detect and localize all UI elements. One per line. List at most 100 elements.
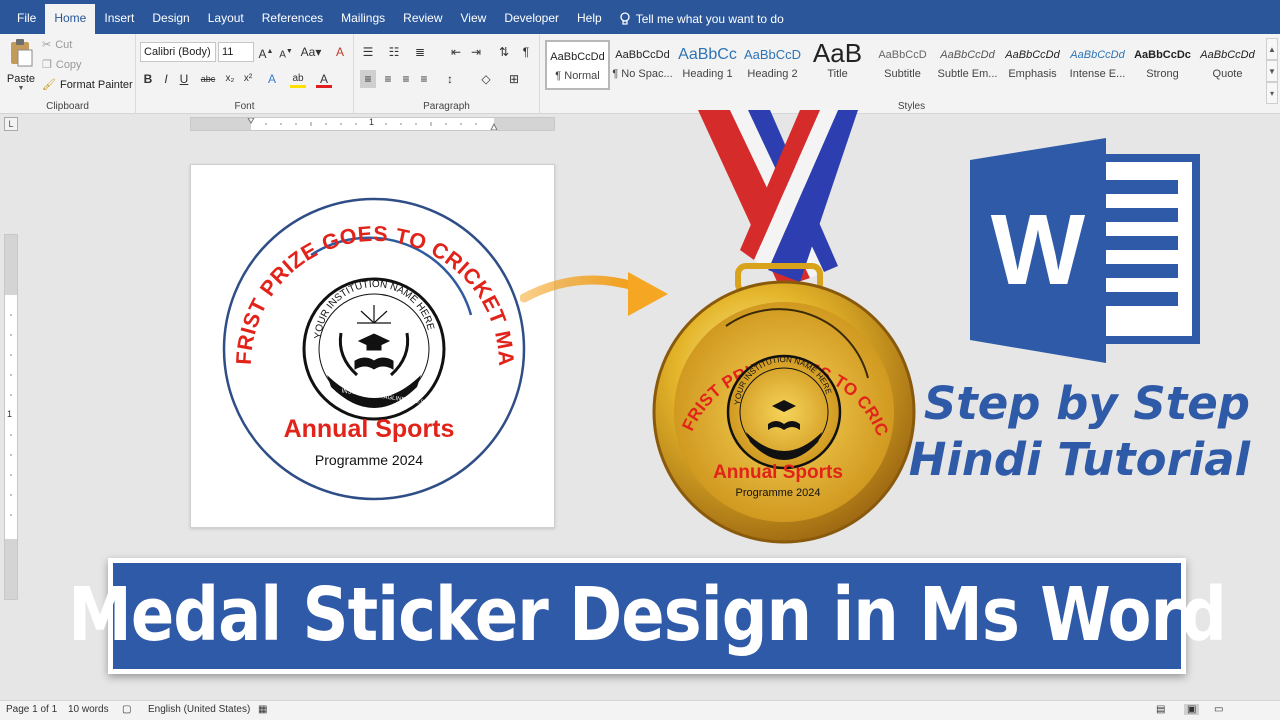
change-case-icon[interactable]: Aa▾ — [300, 43, 322, 61]
tutorial-line-2: Hindi Tutorial — [908, 433, 1250, 486]
justify-icon[interactable]: ≡ — [416, 70, 432, 88]
style-name: Subtle Em... — [937, 68, 998, 80]
style-heading-1[interactable]: AaBbCc Heading 1 — [675, 40, 740, 90]
chevron-down-icon: ▼ — [17, 85, 25, 92]
font-name-box[interactable]: Calibri (Body) — [140, 42, 216, 62]
style-intense-emphasis[interactable]: AaBbCcDd Intense E... — [1065, 40, 1130, 90]
copy-icon: ❐ — [42, 59, 52, 71]
scroll-up-icon[interactable]: ▲ — [1266, 38, 1278, 60]
medal-programme-text: Programme 2024 — [736, 487, 821, 499]
tab-layout[interactable]: Layout — [199, 4, 253, 34]
cut-button[interactable]: ✂ Cut — [42, 38, 73, 52]
word-logo-letter: W — [991, 194, 1086, 306]
sort-icon[interactable]: ⇅ — [496, 43, 512, 61]
tab-selector[interactable]: L — [4, 117, 18, 131]
multilevel-list-icon[interactable]: ≣ — [412, 43, 428, 61]
superscript-icon[interactable]: x² — [240, 70, 256, 88]
tell-me-search[interactable]: Tell me what you want to do — [611, 4, 784, 34]
style-name: Title — [827, 68, 848, 80]
clipboard-group-label: Clipboard — [46, 101, 89, 112]
line-spacing-icon[interactable]: ↕ — [442, 70, 458, 88]
style-subtitle[interactable]: AaBbCcD Subtitle — [870, 40, 935, 90]
style-emphasis[interactable]: AaBbCcDd Emphasis — [1000, 40, 1065, 90]
style-quote[interactable]: AaBbCcDd Quote — [1195, 40, 1260, 90]
menu-bar: File Home Insert Design Layout Reference… — [0, 0, 1280, 34]
style-sample: AaBbCcDd — [1070, 49, 1125, 61]
paste-button[interactable]: Paste ▼ — [6, 38, 36, 98]
highlight-icon[interactable]: ab — [290, 70, 306, 88]
scroll-down-icon[interactable]: ▼ — [1266, 60, 1278, 82]
align-left-icon[interactable]: ≡ — [360, 70, 376, 88]
style-strong[interactable]: AaBbCcDc Strong — [1130, 40, 1195, 90]
ruler-mark: 1 — [369, 117, 375, 127]
style-title[interactable]: AaB Title — [805, 40, 870, 90]
title-banner: Medal Sticker Design in Ms Word — [68, 558, 1227, 674]
macro-icon[interactable]: ▦ — [258, 704, 267, 715]
read-mode-icon[interactable]: ▤ — [1156, 704, 1165, 715]
style-sample: AaBbCcDd — [1200, 49, 1255, 61]
bold-icon[interactable]: B — [140, 70, 156, 88]
styles-gallery-scroll[interactable]: ▲ ▼ ▾ — [1266, 38, 1278, 108]
font-group-label: Font — [234, 101, 255, 112]
grow-font-icon[interactable]: A▲ — [258, 43, 274, 61]
style-sample: AaBbCcD — [743, 47, 802, 62]
strikethrough-icon[interactable]: abc — [200, 70, 216, 88]
format-painter-button[interactable]: 🖌 Format Painter — [42, 78, 133, 92]
status-bar: Page 1 of 1 10 words ▢ English (United S… — [0, 700, 1280, 720]
tab-design[interactable]: Design — [143, 4, 198, 34]
pilcrow-icon[interactable]: ¶ — [518, 43, 534, 61]
print-layout-icon[interactable]: ▣ — [1184, 704, 1200, 715]
word-count[interactable]: 10 words — [68, 704, 109, 715]
ribbon: Paste ▼ ✂ Cut ❐ Copy 🖌 Format Painter Cl… — [0, 34, 1280, 114]
style-name: Quote — [1212, 68, 1243, 80]
cut-label: Cut — [55, 38, 73, 51]
tab-review[interactable]: Review — [394, 4, 451, 34]
subscript-icon[interactable]: x₂ — [222, 70, 238, 88]
document-page[interactable]: FRIST PRIZE GOES TO CRICKET MATCH YOUR I… — [190, 164, 555, 528]
style-sample: AaBbCcDc — [1134, 49, 1191, 61]
font-color-icon[interactable]: A — [316, 70, 332, 88]
web-layout-icon[interactable]: ▭ — [1214, 704, 1223, 715]
language-label[interactable]: English (United States) — [148, 704, 250, 715]
copy-button[interactable]: ❐ Copy — [42, 58, 82, 72]
style-heading-2[interactable]: AaBbCcD Heading 2 — [740, 40, 805, 90]
underline-icon[interactable]: U — [176, 70, 192, 88]
font-size-box[interactable]: 11 — [218, 42, 254, 62]
tab-home[interactable]: Home — [45, 4, 96, 34]
format-painter-label: Format Painter — [59, 78, 133, 91]
style-name: Strong — [1146, 68, 1179, 80]
tab-help[interactable]: Help — [568, 4, 611, 34]
italic-icon[interactable]: I — [158, 70, 174, 88]
clear-formatting-icon[interactable]: A — [332, 43, 348, 61]
shading-icon[interactable]: ◇ — [478, 70, 494, 88]
word-logo-icon: W — [970, 138, 1200, 363]
increase-indent-icon[interactable]: ⇥ — [468, 43, 484, 61]
tab-references[interactable]: References — [253, 4, 332, 34]
style-no-spacing[interactable]: AaBbCcDd ¶ No Spac... — [610, 40, 675, 90]
style-sample: AaBbCcDd — [1005, 49, 1060, 61]
numbering-icon[interactable]: ☷ — [386, 43, 402, 61]
decrease-indent-icon[interactable]: ⇤ — [448, 43, 464, 61]
proofing-icon[interactable]: ▢ — [122, 704, 131, 715]
style-subtle-emphasis[interactable]: AaBbCcDd Subtle Em... — [935, 40, 1000, 90]
tutorial-caption: Step by Step Hindi Tutorial — [909, 376, 1250, 488]
style-normal[interactable]: AaBbCcDd ¶ Normal — [545, 40, 610, 90]
format-painter-icon: 🖌 — [42, 79, 56, 91]
style-name: Heading 2 — [747, 68, 798, 80]
tab-file[interactable]: File — [8, 4, 45, 34]
align-right-icon[interactable]: ≡ — [398, 70, 414, 88]
tab-developer[interactable]: Developer — [495, 4, 568, 34]
style-name: ¶ Normal — [555, 70, 600, 82]
vertical-ruler[interactable]: 1 — [4, 234, 18, 600]
borders-icon[interactable]: ⊞ — [506, 70, 522, 88]
tab-insert[interactable]: Insert — [95, 4, 143, 34]
page-count[interactable]: Page 1 of 1 — [6, 704, 57, 715]
lightbulb-icon — [620, 12, 630, 25]
bullets-icon[interactable]: ☰ — [360, 43, 376, 61]
shrink-font-icon[interactable]: A▼ — [278, 43, 294, 61]
horizontal-ruler[interactable]: 1 — [190, 117, 555, 131]
text-effects-icon[interactable]: A — [264, 70, 280, 88]
tab-mailings[interactable]: Mailings — [332, 4, 394, 34]
align-center-icon[interactable]: ≡ — [380, 70, 396, 88]
tab-view[interactable]: View — [452, 4, 496, 34]
